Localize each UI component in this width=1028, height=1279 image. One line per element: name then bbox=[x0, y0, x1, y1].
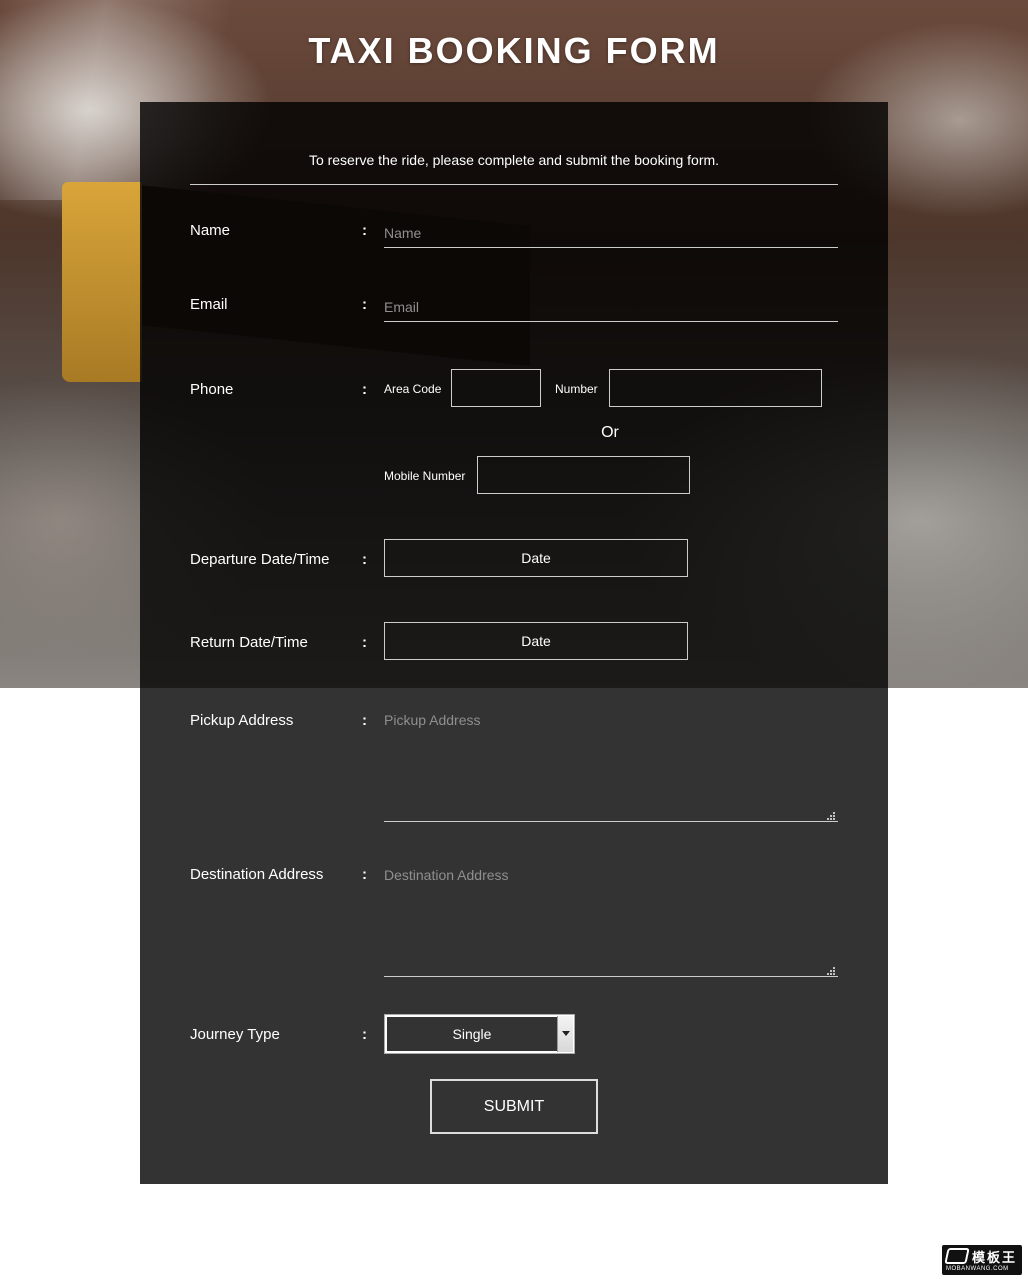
watermark-en: MOBANWANG.COM bbox=[946, 1266, 1009, 1272]
name-label: Name bbox=[190, 222, 231, 239]
email-separator: : bbox=[362, 296, 367, 313]
journey-type-label: Journey Type bbox=[190, 1026, 280, 1043]
return-date-button[interactable]: Date bbox=[384, 622, 688, 660]
pickup-address-label: Pickup Address bbox=[190, 712, 294, 729]
phone-or-text: Or bbox=[601, 424, 619, 441]
name-input[interactable] bbox=[384, 218, 838, 248]
mobile-number-input[interactable] bbox=[477, 456, 690, 494]
return-label: Return Date/Time bbox=[190, 634, 308, 651]
name-separator: : bbox=[362, 222, 367, 239]
watermark-cn: 模板王 bbox=[972, 1251, 1018, 1266]
departure-label: Departure Date/Time bbox=[190, 551, 330, 568]
departure-date-button[interactable]: Date bbox=[384, 539, 688, 577]
hero-taxi-light bbox=[62, 182, 142, 382]
journey-type-value: Single bbox=[387, 1017, 557, 1051]
logo-icon bbox=[944, 1248, 970, 1264]
destination-address-input[interactable] bbox=[384, 867, 838, 977]
number-label: Number bbox=[555, 382, 598, 396]
phone-number-input[interactable] bbox=[609, 369, 822, 407]
mobile-number-label: Mobile Number bbox=[384, 469, 466, 483]
pickup-resize-grip-icon[interactable] bbox=[827, 812, 835, 820]
email-input[interactable] bbox=[384, 292, 838, 322]
site-watermark: 模板王 MOBANWANG.COM bbox=[942, 1245, 1022, 1275]
pickup-address-input[interactable] bbox=[384, 712, 838, 822]
departure-separator: : bbox=[362, 551, 367, 568]
phone-separator: : bbox=[362, 381, 367, 398]
intro-divider bbox=[190, 184, 838, 185]
area-code-label: Area Code bbox=[384, 382, 442, 396]
page-title: TAXI BOOKING FORM bbox=[308, 30, 720, 71]
chevron-down-icon[interactable] bbox=[557, 1016, 573, 1052]
journey-type-select[interactable]: Single bbox=[384, 1014, 575, 1054]
destination-separator: : bbox=[362, 866, 367, 883]
area-code-input[interactable] bbox=[451, 369, 541, 407]
submit-button[interactable]: SUBMIT bbox=[430, 1079, 598, 1134]
pickup-separator: : bbox=[362, 712, 367, 729]
destination-address-label: Destination Address bbox=[190, 866, 324, 883]
destination-resize-grip-icon[interactable] bbox=[827, 967, 835, 975]
phone-label: Phone bbox=[190, 381, 234, 398]
intro-text: To reserve the ride, please complete and… bbox=[308, 152, 720, 168]
journey-separator: : bbox=[362, 1026, 367, 1043]
email-label: Email bbox=[190, 296, 228, 313]
return-separator: : bbox=[362, 634, 367, 651]
